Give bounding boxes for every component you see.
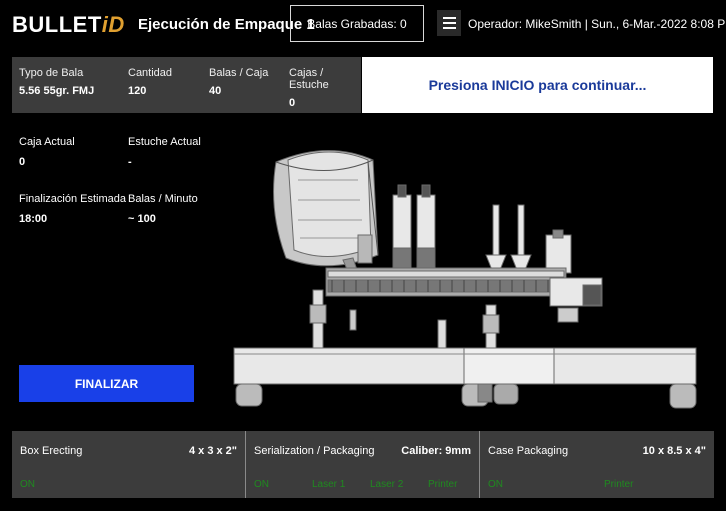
packaging-machine-illustration [233,149,697,409]
status-printer: Printer [604,479,634,490]
info-bullet-type: Typo de Bala 5.56 55gr. FMJ [19,67,95,97]
info-bullets-per-box: Balas / Caja 40 [209,67,269,97]
finalizar-button[interactable]: FINALIZAR [19,365,194,402]
logo-text: BULLET [12,12,102,37]
status-on: ON [488,479,503,490]
hamburger-icon [442,17,456,19]
menu-button[interactable] [437,10,461,36]
info-boxes-per-case: Cajas / Estuche 0 [289,67,329,109]
support-legs [309,289,500,356]
status-on: ON [20,479,35,490]
status-laser-1: Laser 1 [312,479,346,490]
bulletid-logo: BULLETiD [12,12,125,38]
station-case-packaging: Case Packaging 10 x 8.5 x 4" ON Printer [479,431,714,498]
stat-current-case: Estuche Actual - [128,136,201,168]
top-bar: BULLETiD Ejecución de Empaque 1 Balas Gr… [0,0,726,50]
stat-bullets-per-minute: Balas / Minuto ~ 100 [128,193,198,225]
feeder-towers [392,184,572,276]
logo-accent: iD [101,12,125,37]
info-quantity: Cantidad 120 [128,67,173,97]
status-on: ON [254,479,269,490]
status-laser-2: Laser 2 [370,479,404,490]
balas-grabadas-counter: Balas Grabadas: 0 [290,5,424,42]
start-prompt: Presiona INICIO para continuar... [362,57,713,113]
run-title: Ejecución de Empaque 1 [138,16,315,33]
conveyor [325,267,603,323]
status-printer: Printer [428,479,458,490]
base-frame [233,347,697,409]
stat-estimated-finish: Finalización Estimada 18:00 [19,193,126,225]
operator-datetime: Operador: MikeSmith | Sun., 6-Mar.-2022 … [468,17,726,31]
run-info-panel: Typo de Bala 5.56 55gr. FMJ Cantidad 120… [12,57,361,113]
station-status-bar: Box Erecting 4 x 3 x 2" ON Serialization… [12,431,714,498]
stat-current-box: Caja Actual 0 [19,136,75,168]
station-serialization-packaging: Serialization / Packaging Caliber: 9mm O… [245,431,479,498]
station-box-erecting: Box Erecting 4 x 3 x 2" ON [20,445,237,490]
